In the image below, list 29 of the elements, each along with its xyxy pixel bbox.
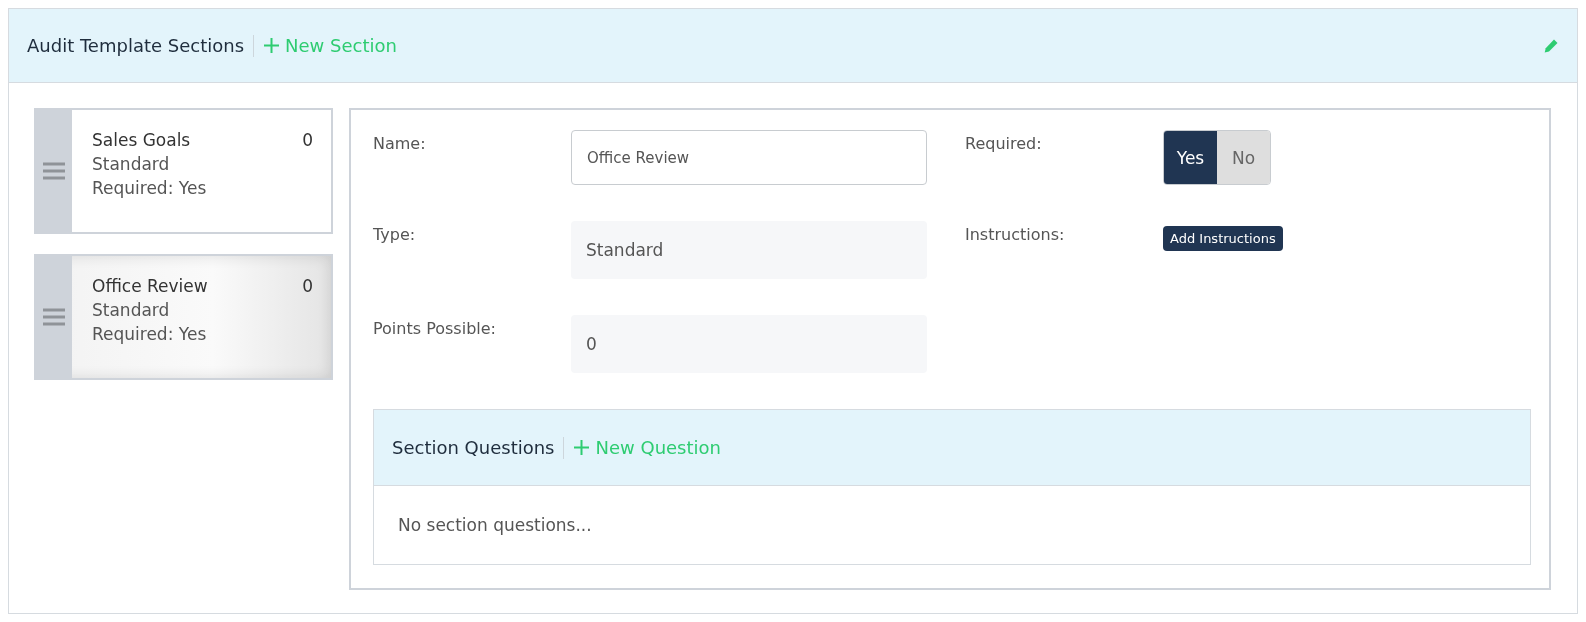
field-label: Required: [965,133,1043,155]
pencil-icon[interactable] [1543,37,1559,54]
section-name: Sales Goals [92,130,191,150]
section-card[interactable]: Office Review 0 Standard Required: Yes [34,254,333,380]
type-field: Standard [571,221,927,279]
field-label: Instructions: [965,224,1066,246]
questions-title: Section Questions [392,436,565,459]
plus-icon [574,440,590,455]
field-label: Type: [373,224,417,246]
header-title: Audit Template Sections [27,34,255,57]
field-label: Name: [373,133,427,155]
section-required: Required: Yes [92,178,208,198]
plus-icon [264,38,280,53]
empty-message: No section questions... [398,515,592,535]
section-type: Standard [92,300,171,320]
points-field: 0 [571,315,927,373]
section-required: Required: Yes [92,324,208,344]
field-label: Points Possible: [373,318,497,340]
section-card[interactable]: Sales Goals 0 Standard Required: Yes [34,108,333,234]
drag-handle-icon[interactable] [43,308,65,326]
name-input[interactable]: Office Review [571,130,927,185]
section-type: Standard [92,154,171,174]
section-name: Office Review [92,276,208,296]
section-count: 0 [302,130,313,150]
section-count: 0 [302,276,313,296]
drag-handle-icon[interactable] [43,162,65,180]
toggle-option[interactable]: No [1217,131,1270,184]
add-instructions-button[interactable]: Add Instructions [1163,226,1283,251]
toggle-option[interactable]: Yes [1164,131,1217,184]
